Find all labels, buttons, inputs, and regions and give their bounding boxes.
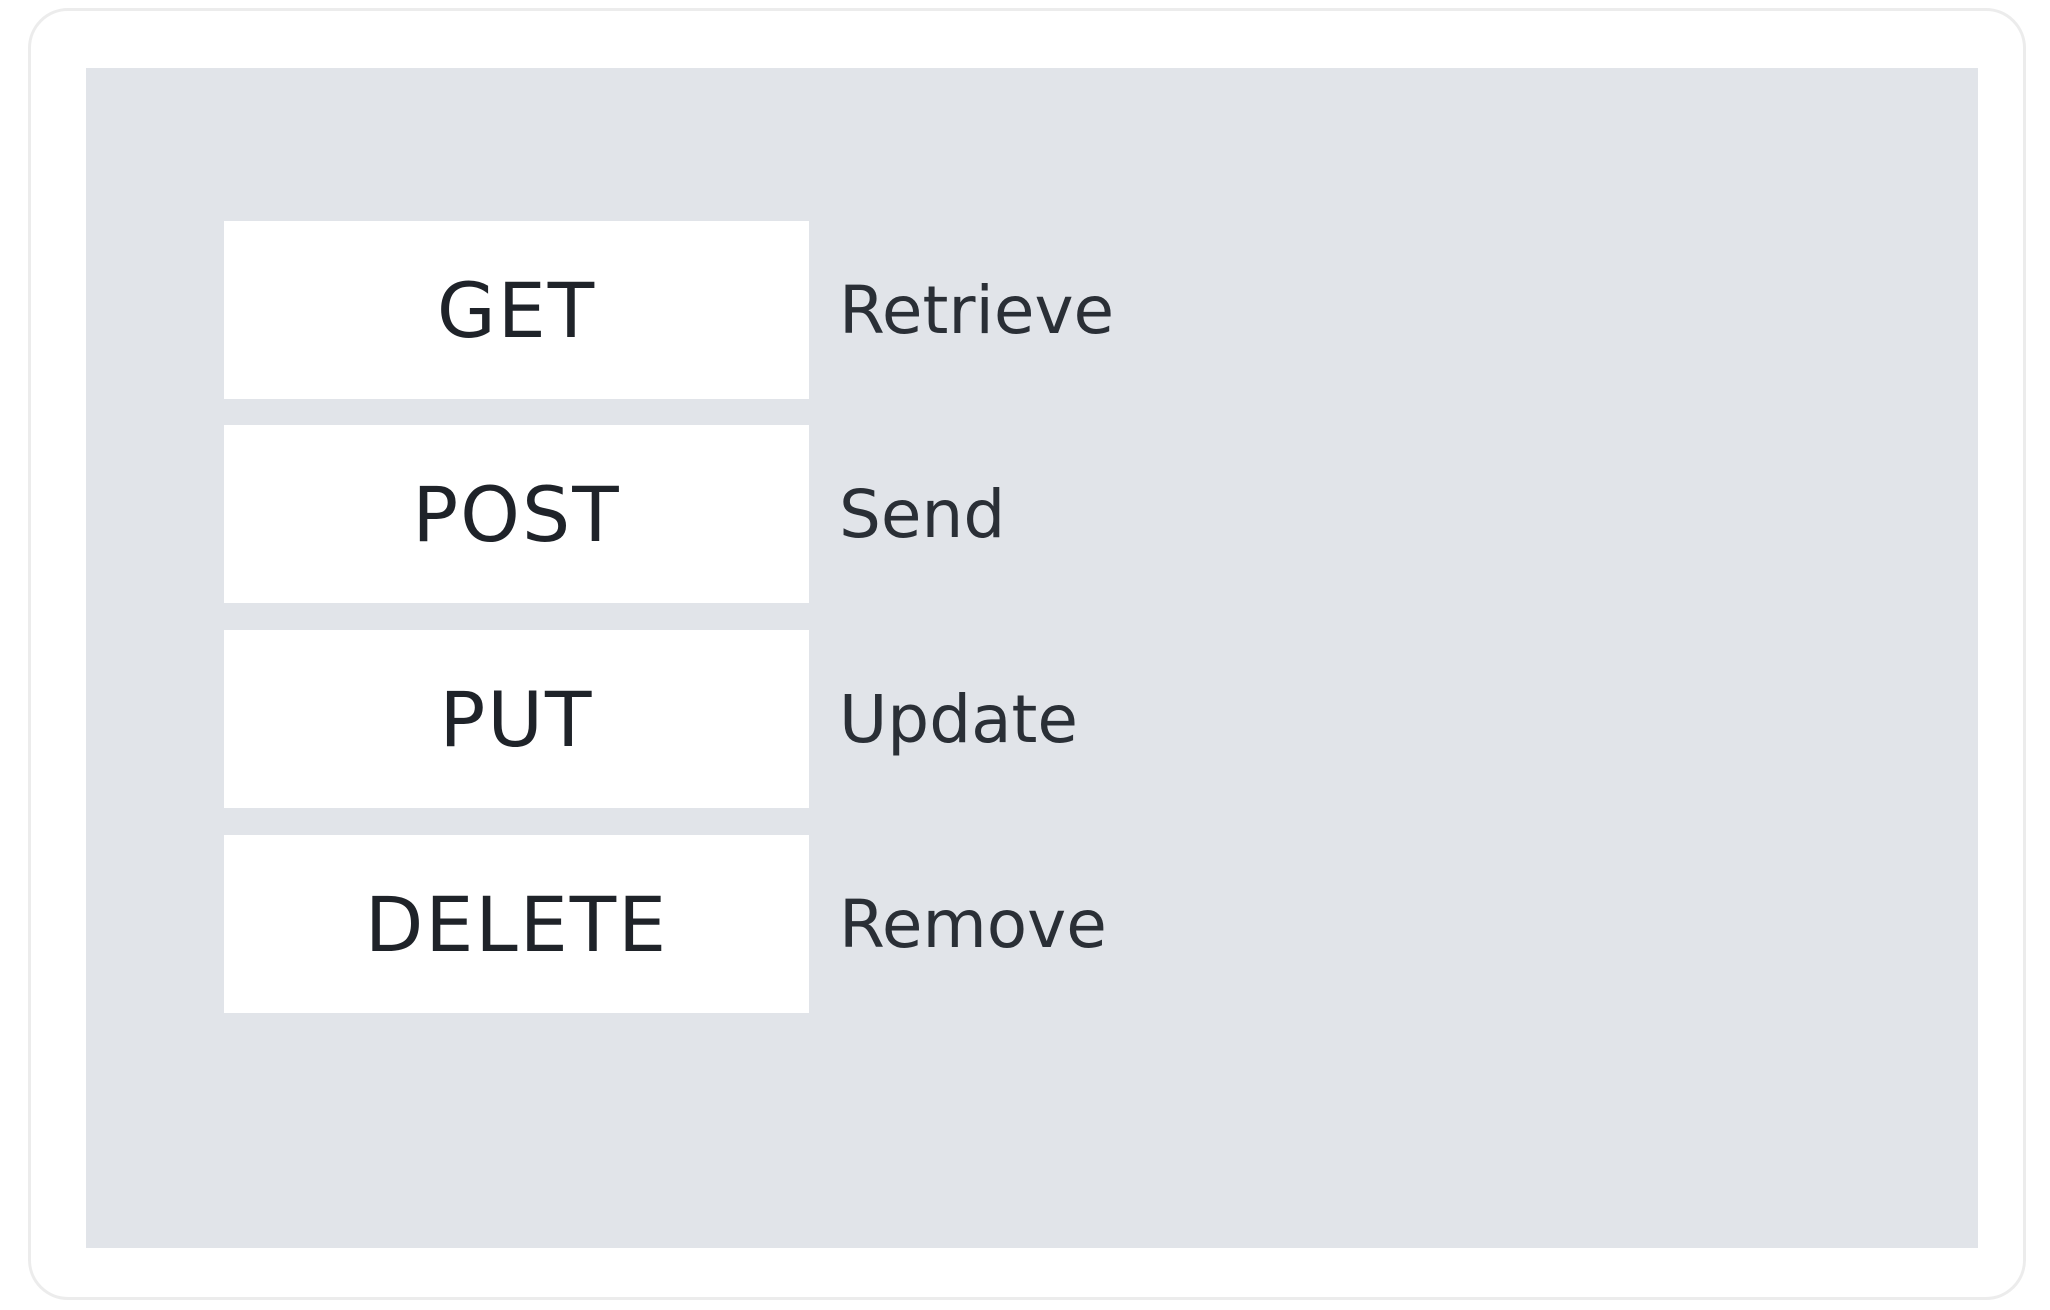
method-name-post: POST [412,469,621,559]
method-box-post: POST [224,425,809,603]
method-box-get: GET [224,221,809,399]
method-box-put: PUT [224,630,809,808]
method-description-get: Retrieve [839,271,1115,349]
method-description-put: Update [839,680,1079,758]
method-description-post: Send [839,475,1006,553]
method-name-delete: DELETE [364,879,669,969]
method-name-put: PUT [439,674,594,764]
method-name-get: GET [436,265,597,355]
method-box-delete: DELETE [224,835,809,1013]
method-description-delete: Remove [839,885,1107,963]
